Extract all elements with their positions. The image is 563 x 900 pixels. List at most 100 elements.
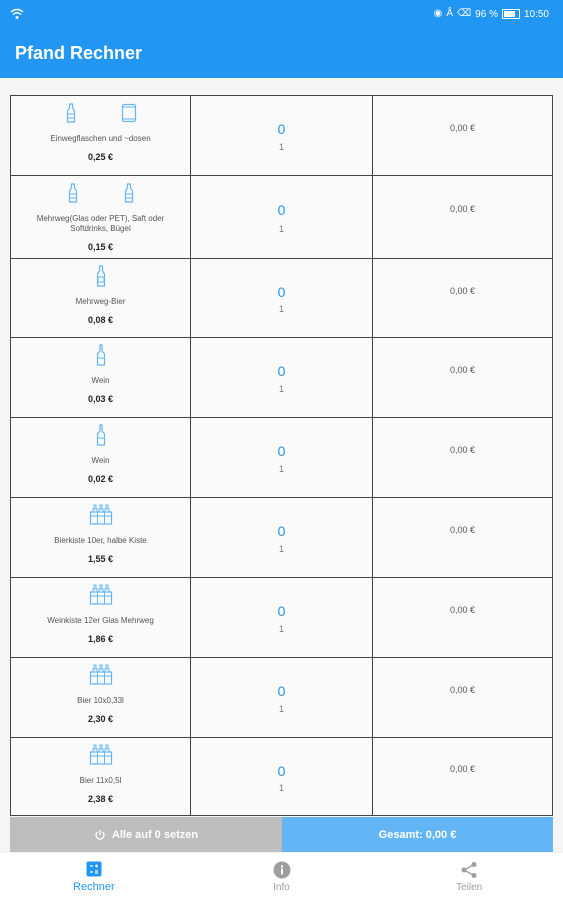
item-sum: 0,00 € — [449, 122, 476, 133]
deposit-row: Mehrweg-Bier 0,08 €0 1 0,00 € — [10, 259, 553, 338]
item-step[interactable]: 1 — [191, 304, 372, 314]
item-icons — [95, 423, 107, 448]
item-count[interactable]: 0 — [191, 202, 372, 218]
item-step[interactable]: 1 — [191, 544, 372, 554]
item-price: 2,38 € — [87, 794, 114, 804]
reset-button-label: Alle auf 0 setzen — [111, 828, 199, 841]
item-count[interactable]: 0 — [191, 523, 372, 539]
item-counter-cell[interactable]: 01 — [191, 658, 373, 737]
item-info-cell: Bier 10x0,33l 2,30 € — [10, 658, 191, 737]
item-price: 0,15 € — [87, 242, 114, 252]
item-step[interactable]: 1 — [191, 142, 372, 152]
item-icons — [95, 343, 107, 368]
item-description: Mehrweg-Bier — [75, 297, 126, 306]
item-counter-cell[interactable]: 01 — [191, 259, 373, 337]
item-sum: 0,00 € — [449, 444, 476, 455]
item-count[interactable]: 0 — [191, 443, 372, 459]
item-sum-cell: 0,00 € — [373, 658, 553, 737]
total-button[interactable]: Gesamt: 0,00 € — [282, 817, 553, 852]
item-counter-cell[interactable]: 01 — [191, 418, 373, 497]
bluetooth-icon: Å — [446, 8, 454, 19]
wifi-icon — [10, 8, 24, 19]
item-icons — [95, 264, 107, 292]
clock: 10:50 — [523, 8, 549, 20]
crate-icon — [89, 744, 113, 771]
item-price: 0,08 € — [87, 315, 114, 325]
item-counter-cell[interactable]: 01 — [191, 96, 373, 175]
item-step[interactable]: 1 — [191, 783, 372, 793]
app-title: Pfand Rechner — [15, 43, 143, 63]
item-count[interactable]: 0 — [191, 683, 372, 699]
power-icon — [95, 829, 105, 840]
item-step[interactable]: 1 — [191, 624, 372, 634]
item-counter-cell[interactable]: 01 — [191, 176, 373, 258]
item-count[interactable]: 0 — [191, 763, 372, 779]
item-sum: 0,00 € — [449, 203, 476, 214]
item-counter-cell[interactable]: 01 — [191, 738, 373, 815]
eye-icon: ◉ — [433, 8, 443, 19]
item-sum-cell: 0,00 € — [373, 96, 553, 175]
item-description: Bier 10x0,33l — [77, 696, 124, 705]
item-price: 1,86 € — [87, 634, 114, 644]
item-description: Mehrweg(Glas oder PET), Saft oder Softdr… — [36, 214, 165, 233]
item-sum-cell: 0,00 € — [373, 738, 553, 815]
nav-rechner[interactable]: Rechner — [0, 853, 188, 900]
item-count[interactable]: 0 — [191, 603, 372, 619]
item-sum: 0,00 € — [449, 684, 476, 695]
item-step[interactable]: 1 — [191, 704, 372, 714]
item-info-cell: Bierkiste 10er, halbe Kiste 1,55 € — [10, 498, 191, 577]
item-sum: 0,00 € — [449, 764, 476, 775]
item-count[interactable]: 0 — [191, 121, 372, 137]
crate-icon — [89, 504, 113, 531]
item-step[interactable]: 1 — [191, 464, 372, 474]
deposit-row: Wein 0,02 €0 1 0,00 € — [10, 418, 553, 498]
action-bar: Alle auf 0 setzen Gesamt: 0,00 € — [10, 817, 553, 852]
item-step[interactable]: 1 — [191, 224, 372, 234]
bottom-navigation: Rechner Info Teilen — [0, 853, 563, 900]
item-info-cell: Mehrweg(Glas oder PET), Saft oder Softdr… — [10, 176, 191, 258]
item-price: 0,03 € — [87, 394, 114, 404]
info-icon — [273, 861, 290, 878]
item-price: 1,55 € — [87, 554, 114, 564]
nav-teilen[interactable]: Teilen — [375, 853, 563, 900]
item-description: Weinkiste 12er Glas Mehrweg — [47, 616, 154, 625]
item-sum-cell: 0,00 € — [373, 176, 553, 258]
item-icons — [65, 102, 137, 128]
bottle-icon — [65, 102, 77, 128]
crate-icon — [89, 584, 113, 611]
item-info-cell: Einwegflaschen und ~dosen 0,25 € — [10, 96, 191, 175]
item-count[interactable]: 0 — [191, 284, 372, 300]
item-description: Einwegflaschen und ~dosen — [50, 134, 151, 143]
deposit-row: Einwegflaschen und ~dosen 0,25 €0 1 0,00 € — [10, 96, 553, 176]
item-price: 0,02 € — [87, 474, 114, 484]
item-count[interactable]: 0 — [191, 363, 372, 379]
item-sum-cell: 0,00 € — [373, 498, 553, 577]
reset-button[interactable]: Alle auf 0 setzen — [10, 817, 282, 852]
beer-bottle-icon — [95, 264, 107, 292]
bottle-icon — [67, 182, 79, 208]
can-icon — [121, 103, 137, 128]
item-icons — [89, 504, 113, 531]
item-price: 2,30 € — [87, 714, 114, 724]
item-description: Wein — [91, 376, 110, 385]
item-counter-cell[interactable]: 01 — [191, 338, 373, 417]
deposit-row: Wein 0,03 €0 1 0,00 € — [10, 338, 553, 418]
crate-icon — [89, 664, 113, 691]
item-sum: 0,00 € — [449, 524, 476, 535]
deposit-row: Bierkiste 10er, halbe Kiste 1,55 €0 1 0,00 … — [10, 498, 553, 578]
deposit-table: Einwegflaschen und ~dosen 0,25 €0 1 0,00 € M… — [10, 95, 553, 816]
deposit-row: Bier 10x0,33l 2,30 €0 1 0,00 € — [10, 658, 553, 738]
calculator-icon — [86, 861, 102, 877]
deposit-row: Mehrweg(Glas oder PET), Saft oder Softdr… — [10, 176, 553, 259]
bell-off-icon: ⌫ — [457, 8, 472, 19]
app-bar: Pfand Rechner — [0, 30, 563, 78]
item-sum: 0,00 € — [449, 285, 476, 296]
item-step[interactable]: 1 — [191, 384, 372, 394]
item-sum: 0,00 € — [449, 364, 476, 375]
nav-teilen-label: Teilen — [456, 881, 483, 893]
item-counter-cell[interactable]: 01 — [191, 498, 373, 577]
item-counter-cell[interactable]: 01 — [191, 578, 373, 657]
item-icons — [89, 664, 113, 691]
share-icon — [461, 861, 477, 878]
nav-info[interactable]: Info — [188, 853, 376, 900]
